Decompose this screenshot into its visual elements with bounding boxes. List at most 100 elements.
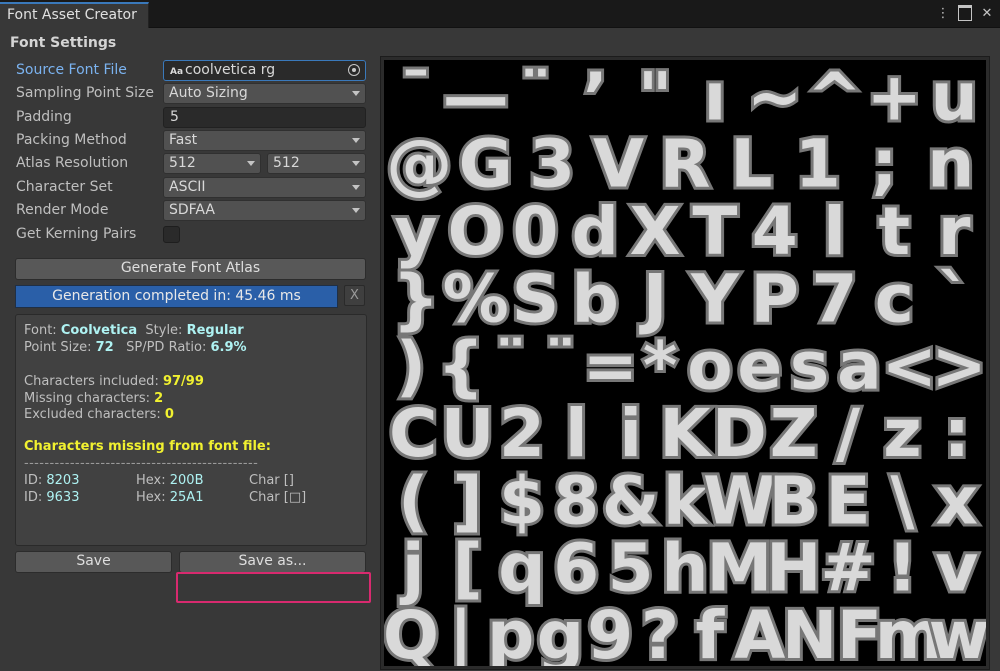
source-font-file-field[interactable]: Aa coolvetica rg bbox=[163, 60, 366, 81]
render-mode-value: SDFAA bbox=[169, 202, 215, 218]
missing-row: ID: 8203 bbox=[24, 473, 80, 488]
atlas-glyph: ʼ bbox=[583, 60, 608, 135]
row-source-font-file: Source Font File Aa coolvetica rg bbox=[15, 60, 367, 81]
atlas-glyph: c bbox=[875, 260, 914, 337]
settings-panel: Font Settings Source Font File Aa coolvet… bbox=[10, 32, 372, 584]
atlas-resolution-label: Atlas Resolution bbox=[16, 155, 129, 171]
atlas-height-dropdown[interactable]: 512 bbox=[267, 153, 366, 174]
generate-font-atlas-button[interactable]: Generate Font Atlas bbox=[15, 258, 366, 280]
atlas-glyph: a bbox=[837, 328, 882, 405]
tab-bar: Font Asset Creator ⋮ ✕ bbox=[0, 0, 1000, 28]
atlas-glyph: P bbox=[751, 260, 799, 337]
atlas-glyph: W bbox=[703, 462, 776, 539]
atlas-glyph: n bbox=[927, 126, 974, 203]
atlas-glyph: j bbox=[399, 530, 425, 607]
atlas-glyph: z bbox=[883, 395, 921, 472]
atlas-glyph: f bbox=[696, 597, 726, 666]
atlas-glyph: # bbox=[820, 530, 875, 607]
atlas-glyph: o bbox=[687, 328, 732, 405]
packing-method-dropdown[interactable]: Fast bbox=[163, 130, 366, 151]
sampling-point-size-dropdown[interactable]: Auto Sizing bbox=[163, 83, 366, 104]
packing-method-label: Packing Method bbox=[16, 132, 127, 148]
atlas-glyph: i bbox=[619, 395, 642, 472]
divider-line: ----------------------------------------… bbox=[24, 456, 259, 471]
atlas-glyph: X bbox=[630, 193, 681, 270]
atlas-glyph: — bbox=[443, 60, 509, 135]
atlas-glyph: V bbox=[593, 126, 644, 203]
row-padding: Padding 5 bbox=[15, 107, 367, 128]
atlas-glyph: ] bbox=[452, 462, 482, 539]
atlas-glyph: N bbox=[782, 597, 837, 666]
atlas-glyph: S bbox=[512, 260, 560, 337]
atlas-glyph: w bbox=[929, 597, 986, 666]
render-mode-label: Render Mode bbox=[16, 202, 109, 218]
get-kerning-pairs-checkbox[interactable] bbox=[163, 226, 180, 243]
chevron-down-icon bbox=[352, 161, 360, 166]
excluded-value: 0 bbox=[164, 407, 174, 422]
atlas-glyph: J bbox=[639, 260, 668, 337]
font-atlas-preview: ¯ — ¨ ʼ " ı ~ ^ + u @ G 3 V R L 1; n y O 0 d X T 4 l t r}% Sb J Y P 7 c `)… bbox=[384, 60, 986, 666]
more-options-icon[interactable]: ⋮ bbox=[936, 5, 950, 21]
atlas-glyph: g bbox=[537, 597, 584, 666]
atlas-glyph: } bbox=[392, 260, 439, 337]
atlas-glyph: | bbox=[449, 597, 473, 666]
atlas-preview-frame: ¯ — ¨ ʼ " ı ~ ^ + u @ G 3 V R L 1; n y O 0 d X T 4 l t r}% Sb J Y P 7 c `)… bbox=[380, 56, 990, 670]
atlas-glyph: ! bbox=[887, 530, 917, 607]
object-picker-icon[interactable] bbox=[348, 64, 360, 76]
atlas-glyph: L bbox=[730, 126, 772, 203]
maximize-icon[interactable] bbox=[958, 5, 972, 21]
chevron-down-icon bbox=[247, 161, 255, 166]
included-value: 97/99 bbox=[162, 374, 204, 389]
atlas-glyph: x bbox=[936, 462, 979, 539]
close-icon[interactable]: ✕ bbox=[980, 5, 994, 21]
atlas-glyph: 4 bbox=[752, 193, 798, 270]
save-button[interactable]: Save bbox=[15, 551, 172, 573]
save-as-button[interactable]: Save as... bbox=[179, 551, 366, 573]
atlas-glyph: + bbox=[867, 60, 922, 135]
atlas-glyph: d bbox=[572, 193, 619, 270]
packing-method-value: Fast bbox=[169, 132, 198, 148]
atlas-glyph: ¨ bbox=[519, 60, 552, 135]
atlas-glyph: ~ bbox=[747, 60, 802, 135]
clear-progress-button[interactable]: X bbox=[344, 285, 365, 306]
font-info-line: Font: Coolvetica Style: Regular bbox=[24, 323, 244, 338]
atlas-glyph: u bbox=[931, 60, 978, 135]
atlas-width-dropdown[interactable]: 512 bbox=[163, 153, 261, 174]
atlas-glyph: A bbox=[734, 597, 785, 666]
ratio-value: 6.9% bbox=[210, 340, 247, 355]
missing-row: ID: 9633 bbox=[24, 490, 80, 505]
atlas-glyph: @ bbox=[386, 126, 452, 203]
atlas-glyph: p bbox=[487, 597, 534, 666]
row-packing-method: Packing Method Fast bbox=[15, 130, 367, 151]
missing-value: 2 bbox=[154, 391, 164, 406]
section-title: Font Settings bbox=[10, 35, 117, 51]
character-set-dropdown[interactable]: ASCII bbox=[163, 177, 366, 198]
render-mode-dropdown[interactable]: SDFAA bbox=[163, 200, 366, 221]
get-kerning-pairs-label: Get Kerning Pairs bbox=[16, 226, 137, 242]
atlas-glyph: ^ bbox=[807, 60, 862, 135]
atlas-glyph: ( bbox=[398, 462, 428, 539]
atlas-width-value: 512 bbox=[169, 155, 196, 171]
character-set-label: Character Set bbox=[16, 179, 113, 195]
missing-line: Missing characters: 2 bbox=[24, 391, 164, 406]
atlas-glyph: > bbox=[931, 328, 986, 405]
padding-input[interactable]: 5 bbox=[163, 107, 366, 128]
atlas-glyph: Y bbox=[690, 260, 740, 337]
atlas-glyph: ¨ bbox=[494, 328, 527, 405]
atlas-glyph: l bbox=[823, 193, 846, 270]
atlas-glyph: : bbox=[944, 395, 970, 472]
atlas-glyph: $ bbox=[499, 462, 545, 539]
tab-font-asset-creator[interactable]: Font Asset Creator bbox=[0, 2, 149, 28]
atlas-glyph: D bbox=[712, 395, 767, 472]
generation-progress-bar: Generation completed in: 45.46 ms bbox=[15, 285, 338, 308]
row-atlas-resolution: Atlas Resolution 512 512 bbox=[15, 153, 367, 174]
sampling-point-size-value: Auto Sizing bbox=[169, 85, 248, 101]
atlas-glyph: C bbox=[389, 395, 437, 472]
atlas-glyph: * bbox=[643, 328, 678, 405]
point-size-value: 72 bbox=[95, 340, 114, 355]
atlas-glyph: U bbox=[441, 395, 495, 472]
atlas-glyph: ? bbox=[641, 597, 679, 666]
atlas-glyph: 2 bbox=[499, 395, 545, 472]
chevron-down-icon bbox=[352, 138, 360, 143]
atlas-glyph: ) bbox=[396, 328, 426, 405]
